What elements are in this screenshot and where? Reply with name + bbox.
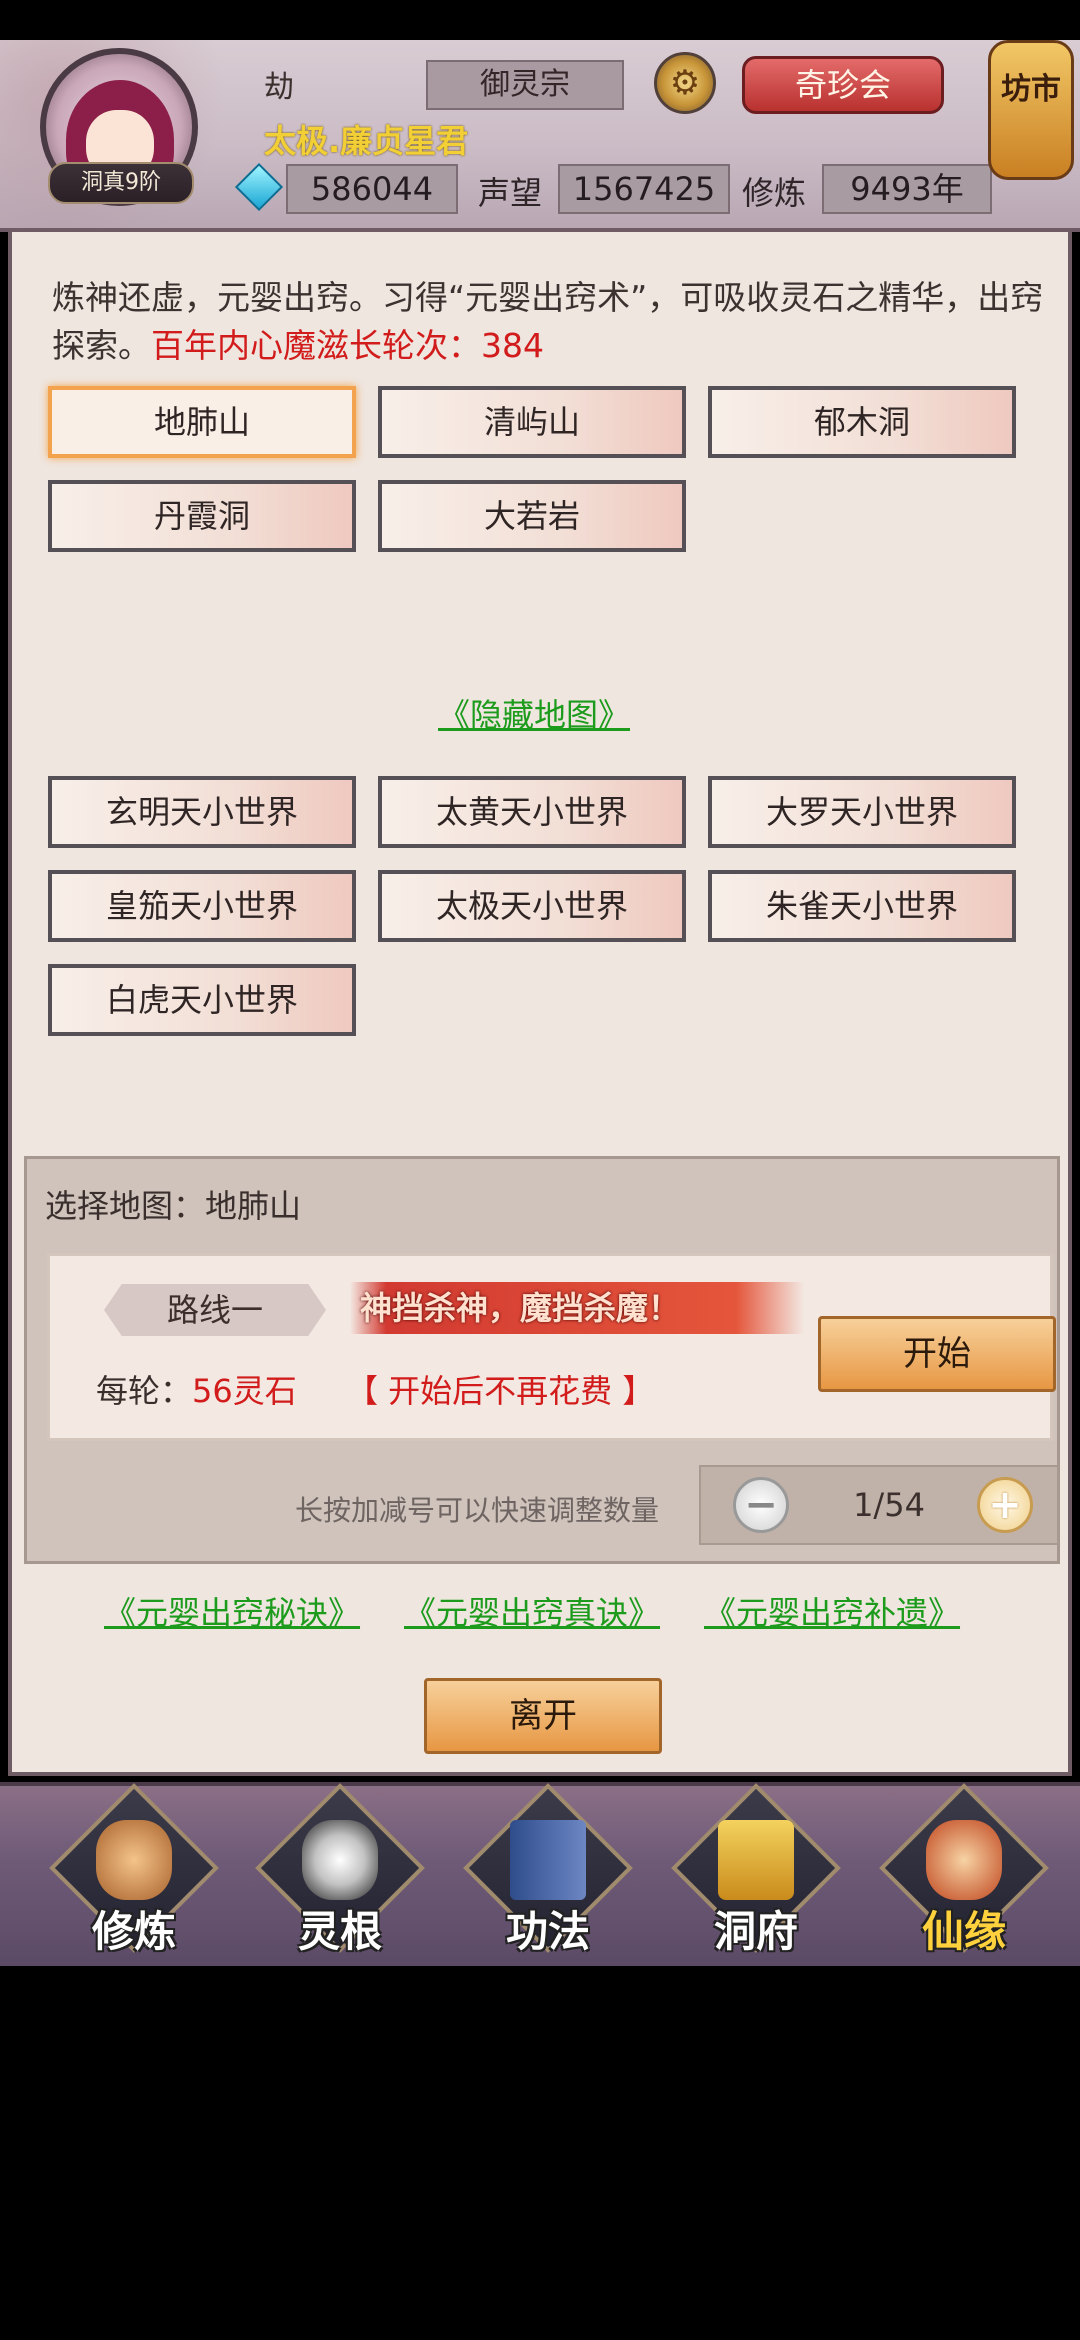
treasure-fair-button[interactable]: 奇珍会 — [742, 56, 944, 114]
secret-technique-link[interactable]: 《元婴出窍秘诀》 — [104, 1588, 360, 1634]
slogan-banner: 神挡杀神，魔挡杀魔！ — [350, 1282, 804, 1334]
stepper-hint: 长按加减号可以快速调整数量 — [295, 1494, 660, 1527]
cultivation-label: 修炼 — [742, 174, 807, 212]
cultivation-value: 9493年 — [822, 164, 992, 214]
cave-dwelling-icon — [718, 1820, 794, 1900]
bottom-nav: 修炼 灵根 功法 洞府 仙缘 — [0, 1782, 1080, 1966]
nav-label: 洞府 — [713, 1907, 798, 1956]
nav-item-spirit-root[interactable]: 灵根 — [255, 1783, 425, 1956]
minus-button[interactable]: − — [733, 1477, 789, 1533]
inner-demon-counter: 百年内心魔滋长轮次：384 — [151, 326, 544, 365]
selected-map-label: 选择地图：地肺山 — [45, 1187, 302, 1225]
cost-per-round: 每轮：56灵石 — [96, 1366, 297, 1412]
player-title: 太极.廉贞星君 — [264, 122, 469, 160]
slogan-text: 神挡杀神，魔挡杀魔！ — [360, 1289, 681, 1327]
gourd-icon — [926, 1820, 1002, 1900]
sect-name: 御灵宗 — [426, 60, 624, 110]
map-button-danxia-cave[interactable]: 丹霞洞 — [48, 480, 356, 552]
plus-button[interactable]: + — [977, 1477, 1033, 1533]
map-button-daruo-rock[interactable]: 大若岩 — [378, 480, 686, 552]
tribulation-label: 劫 — [264, 70, 294, 105]
leave-button[interactable]: 离开 — [424, 1678, 662, 1754]
rank-badge: 洞真9阶 — [48, 162, 194, 204]
hidden-map-button-daluo[interactable]: 大罗天小世界 — [708, 776, 1016, 848]
spirit-root-icon — [302, 1820, 378, 1900]
cost-value: 56灵石 — [192, 1372, 297, 1410]
nav-item-cultivate[interactable]: 修炼 — [49, 1783, 219, 1956]
route-tag[interactable]: 路线一 — [104, 1284, 326, 1336]
nav-label: 功法 — [505, 1907, 590, 1956]
hidden-map-button-zhuque[interactable]: 朱雀天小世界 — [708, 870, 1016, 942]
reputation-label: 声望 — [478, 174, 543, 212]
supplement-technique-link[interactable]: 《元婴出窍补遗》 — [704, 1588, 960, 1634]
scripture-book-icon — [510, 1820, 586, 1900]
quantity-count: 1/54 — [853, 1486, 925, 1524]
hidden-map-button-huangjia[interactable]: 皇笳天小世界 — [48, 870, 356, 942]
nav-item-cave-dwelling[interactable]: 洞府 — [671, 1783, 841, 1956]
reputation-value: 1567425 — [558, 164, 730, 214]
map-button-difei-mountain[interactable]: 地肺山 — [48, 386, 356, 458]
start-button[interactable]: 开始 — [818, 1316, 1056, 1392]
nav-item-techniques[interactable]: 功法 — [463, 1783, 633, 1956]
gem-count: 586044 — [286, 164, 458, 214]
nav-label: 灵根 — [297, 1907, 382, 1956]
no-fee-note: 【 开始后不再花费 】 — [346, 1372, 655, 1410]
map-button-yumu-cave[interactable]: 郁木洞 — [708, 386, 1016, 458]
cost-label: 每轮： — [96, 1372, 193, 1410]
quantity-stepper: − 1/54 + — [699, 1465, 1059, 1545]
meditation-icon — [96, 1820, 172, 1900]
nav-item-fate[interactable]: 仙缘 — [879, 1783, 1049, 1956]
gear-icon[interactable]: ⚙ — [654, 52, 716, 114]
description: 炼神还虚，元婴出窍。习得“元婴出窍术”，可吸收灵石之精华，出窍探索。百年内心魔滋… — [52, 274, 1052, 370]
hidden-map-button-taihuang[interactable]: 太黄天小世界 — [378, 776, 686, 848]
hidden-maps-link[interactable]: 《隐藏地图》 — [438, 690, 630, 736]
true-technique-link[interactable]: 《元婴出窍真诀》 — [404, 1588, 660, 1634]
nav-label: 仙缘 — [921, 1907, 1006, 1956]
map-selection-area: 选择地图：地肺山 路线一 神挡杀神，魔挡杀魔！ 每轮：56灵石 【 开始后不再花… — [24, 1156, 1060, 1564]
hidden-map-button-baihu[interactable]: 白虎天小世界 — [48, 964, 356, 1036]
top-status-bar: 洞真9阶 劫 御灵宗 ⚙ 奇珍会 太极.廉贞星君 586044 声望 15674… — [0, 40, 1080, 232]
market-lantern-button[interactable]: 坊市 — [988, 40, 1074, 180]
expedition-panel: 炼神还虚，元婴出窍。习得“元婴出窍术”，可吸收灵石之精华，出窍探索。百年内心魔滋… — [8, 228, 1072, 1776]
map-button-qingyu-mountain[interactable]: 清屿山 — [378, 386, 686, 458]
nav-label: 修炼 — [91, 1907, 176, 1956]
hidden-map-button-xuanming[interactable]: 玄明天小世界 — [48, 776, 356, 848]
route-card: 路线一 神挡杀神，魔挡杀魔！ 每轮：56灵石 【 开始后不再花费 】 开始 — [47, 1253, 1056, 1441]
hidden-map-button-taiji[interactable]: 太极天小世界 — [378, 870, 686, 942]
